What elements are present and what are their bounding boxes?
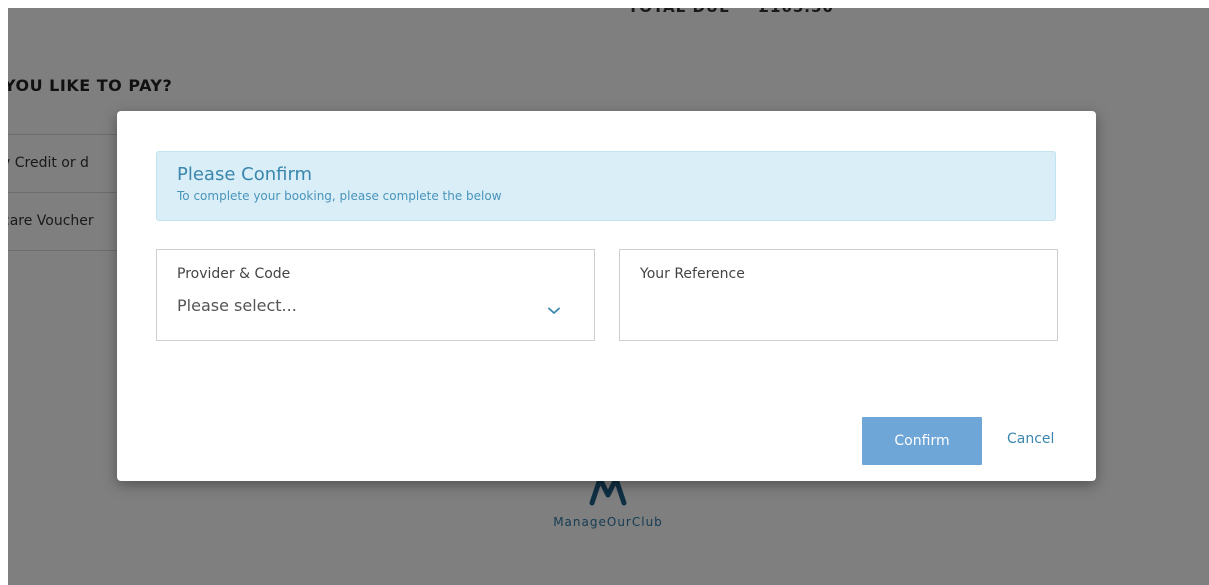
- confirm-modal: Please Confirm To complete your booking,…: [117, 111, 1096, 481]
- chevron-down-icon[interactable]: [548, 300, 560, 319]
- reference-label: Your Reference: [640, 266, 745, 282]
- provider-label: Provider & Code: [177, 266, 291, 282]
- alert-subtitle: To complete your booking, please complet…: [177, 189, 502, 203]
- provider-select-control[interactable]: Please select...: [177, 296, 574, 320]
- reference-input[interactable]: [640, 292, 1041, 310]
- provider-select-value: Please select...: [177, 296, 297, 315]
- confirm-button[interactable]: Confirm: [862, 417, 982, 465]
- reference-field[interactable]: Your Reference: [619, 249, 1058, 341]
- provider-select[interactable]: Provider & Code Please select...: [156, 249, 595, 341]
- booking-page: TOTAL DUE £165.50 YOU LIKE TO PAY? y Cre…: [8, 8, 1209, 585]
- confirm-alert: Please Confirm To complete your booking,…: [156, 151, 1056, 221]
- cancel-link[interactable]: Cancel: [1007, 431, 1054, 447]
- alert-title: Please Confirm: [177, 164, 313, 185]
